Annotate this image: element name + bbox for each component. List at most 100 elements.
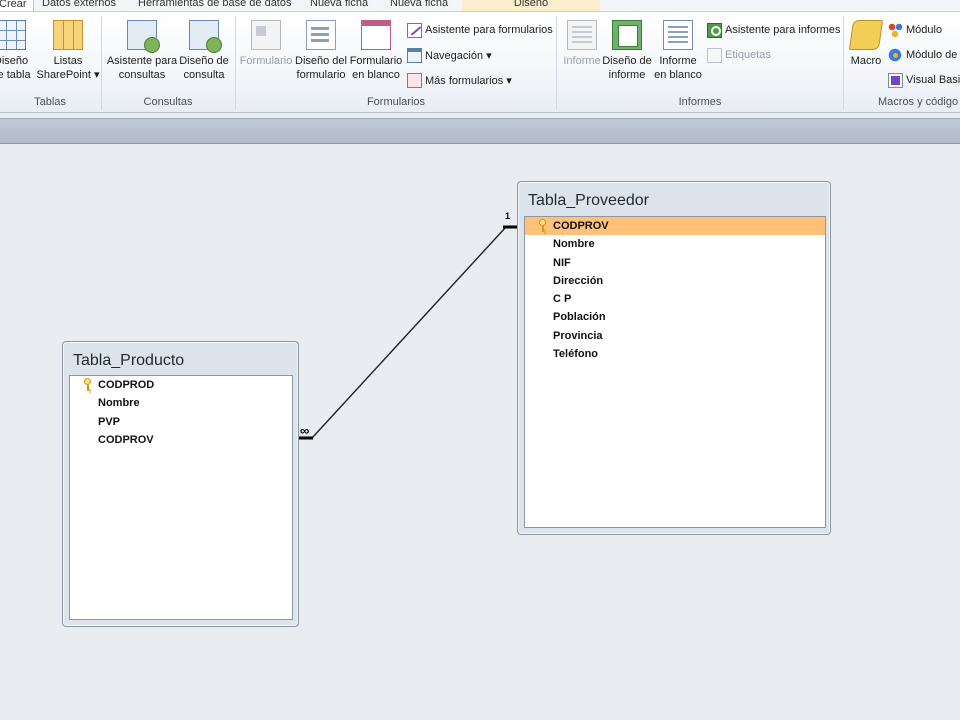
field-codprov[interactable]: CODPROV xyxy=(70,431,292,449)
report-design-icon xyxy=(612,20,642,50)
form-design-button[interactable]: Diseño del formulario xyxy=(294,20,348,82)
form-wizard-label: Asistente para formularios xyxy=(425,24,553,36)
form-wizard-button[interactable]: Asistente para formularios xyxy=(407,20,553,40)
relationships-canvas[interactable]: 1 ∞ Tabla_Producto CODPROD Nombre PVP CO… xyxy=(0,145,960,720)
blank-report-icon xyxy=(663,20,693,50)
macro-button[interactable]: Macro xyxy=(848,20,884,68)
field-pvp[interactable]: PVP xyxy=(70,413,292,431)
field-list-proveedor[interactable]: CODPROV Nombre NIF Dirección C P Poblaci… xyxy=(524,216,826,528)
blank-report-button[interactable]: Informe en blanco xyxy=(653,20,703,82)
field-name: CODPROV xyxy=(553,220,609,232)
group-formularios: Formulario Diseño del formulario Formula… xyxy=(236,12,556,112)
visual-basic-label: Visual Basic xyxy=(906,74,960,86)
class-module-label: Módulo de clase xyxy=(906,49,960,61)
field-list-producto[interactable]: CODPROD Nombre PVP CODPROV xyxy=(69,375,293,620)
navigation-button[interactable]: Navegación ▾ xyxy=(407,45,492,65)
table-design-icon xyxy=(0,20,26,50)
field-nombre[interactable]: Nombre xyxy=(70,394,292,412)
table-title-producto[interactable]: Tabla_Producto xyxy=(73,352,184,370)
report-button[interactable]: Informe xyxy=(559,20,605,68)
field-name: Teléfono xyxy=(553,348,599,361)
module-button[interactable]: Módulo xyxy=(888,20,942,40)
field-codprov[interactable]: CODPROV xyxy=(525,217,825,236)
field-name: PVP xyxy=(98,415,121,428)
group-label-macros: Macros y código xyxy=(878,96,959,108)
more-forms-icon xyxy=(407,72,422,88)
field-direccion[interactable]: Dirección xyxy=(525,272,825,290)
visual-basic-button[interactable]: Visual Basic xyxy=(888,70,960,90)
field-codprod[interactable]: CODPROD xyxy=(70,376,292,394)
wand-icon xyxy=(407,22,422,38)
labels-button[interactable]: Etiquetas xyxy=(707,45,771,65)
macro-icon xyxy=(848,20,884,50)
field-cp[interactable]: C P xyxy=(525,290,825,308)
labels-label: Etiquetas xyxy=(725,49,771,61)
field-name: C P xyxy=(553,293,572,306)
field-nif[interactable]: NIF xyxy=(525,254,825,272)
sharepoint-icon xyxy=(53,20,83,50)
field-name: Nombre xyxy=(553,238,595,251)
tab-herramientas[interactable]: Herramientas de base de datos xyxy=(138,0,291,11)
navigation-label: Navegación ▾ xyxy=(425,49,492,62)
query-wizard-button[interactable]: Asistente para consultas xyxy=(106,20,178,82)
field-name: Población xyxy=(553,311,606,324)
labels-icon xyxy=(707,47,722,63)
field-name: CODPROD xyxy=(98,379,155,391)
form-label: Formulario xyxy=(239,55,293,67)
more-forms-button[interactable]: Más formularios ▾ xyxy=(407,70,512,90)
tab-diseno[interactable]: Diseño xyxy=(462,0,600,11)
report-icon xyxy=(567,20,597,50)
report-design-label: Diseño de informe xyxy=(602,55,652,81)
blank-report-label: Informe en blanco xyxy=(654,55,702,81)
ribbon-tab-strip: Crear Datos externos Herramientas de bas… xyxy=(0,0,960,12)
field-name: Nombre xyxy=(98,397,140,410)
class-module-button[interactable]: Módulo de clase xyxy=(888,45,960,65)
visual-basic-icon xyxy=(888,72,903,88)
group-label-formularios: Formularios xyxy=(366,96,426,108)
sharepoint-lists-label: Listas SharePoint ▾ xyxy=(36,55,100,81)
table-window-proveedor[interactable]: Tabla_Proveedor CODPROV Nombre NIF Direc… xyxy=(517,181,831,535)
report-wizard-icon xyxy=(707,22,722,38)
field-telefono[interactable]: Teléfono xyxy=(525,345,825,363)
field-name: CODPROV xyxy=(98,433,154,446)
query-wizard-icon xyxy=(127,20,160,53)
field-poblacion[interactable]: Población xyxy=(525,308,825,326)
sharepoint-lists-button[interactable]: Listas SharePoint ▾ xyxy=(36,20,100,82)
field-provincia[interactable]: Provincia xyxy=(525,327,825,345)
group-informes: Informe Diseño de informe Informe en bla… xyxy=(557,12,843,112)
field-name: Provincia xyxy=(553,329,603,342)
more-forms-label: Más formularios ▾ xyxy=(425,74,512,87)
blank-form-icon xyxy=(361,20,391,50)
macro-label: Macro xyxy=(850,55,882,67)
document-tab-bar xyxy=(0,118,960,144)
group-macros: Macro Módulo Módulo de clase Visual Basi… xyxy=(844,12,960,112)
form-design-icon xyxy=(306,20,336,50)
group-tablas: Diseño de tabla Listas SharePoint ▾ Tabl… xyxy=(0,12,100,112)
navigation-icon xyxy=(407,47,422,63)
report-design-button[interactable]: Diseño de informe xyxy=(601,20,653,82)
report-label: Informe xyxy=(563,55,601,67)
group-label-informes: Informes xyxy=(678,96,722,108)
field-name: NIF xyxy=(553,256,571,269)
tab-nueva-ficha-1[interactable]: Nueva ficha xyxy=(310,0,368,11)
form-design-label: Diseño del formulario xyxy=(295,55,347,81)
blank-form-button[interactable]: Formulario en blanco xyxy=(348,20,404,82)
query-wizard-label: Asistente para consultas xyxy=(106,55,178,81)
query-design-button[interactable]: Diseño de consulta xyxy=(178,20,230,82)
tab-datos-externos[interactable]: Datos externos xyxy=(42,0,116,11)
field-name: Dirección xyxy=(553,274,604,287)
tab-nueva-ficha-2[interactable]: Nueva ficha xyxy=(390,0,448,11)
form-icon xyxy=(251,20,281,50)
group-label-consultas: Consultas xyxy=(143,96,193,108)
form-button[interactable]: Formulario xyxy=(238,20,294,68)
field-nombre[interactable]: Nombre xyxy=(525,235,825,253)
table-title-proveedor[interactable]: Tabla_Proveedor xyxy=(528,192,649,210)
many-side-marker: ∞ xyxy=(300,423,310,438)
group-label-tablas: Tablas xyxy=(34,96,66,108)
report-wizard-button[interactable]: Asistente para informes xyxy=(707,20,841,40)
table-design-button[interactable]: Diseño de tabla xyxy=(0,20,36,82)
group-consultas: Asistente para consultas Diseño de consu… xyxy=(102,12,234,112)
tab-crear[interactable]: Crear xyxy=(0,0,34,11)
one-side-marker: 1 xyxy=(505,211,511,221)
table-window-producto[interactable]: Tabla_Producto CODPROD Nombre PVP CODPRO… xyxy=(62,341,299,627)
